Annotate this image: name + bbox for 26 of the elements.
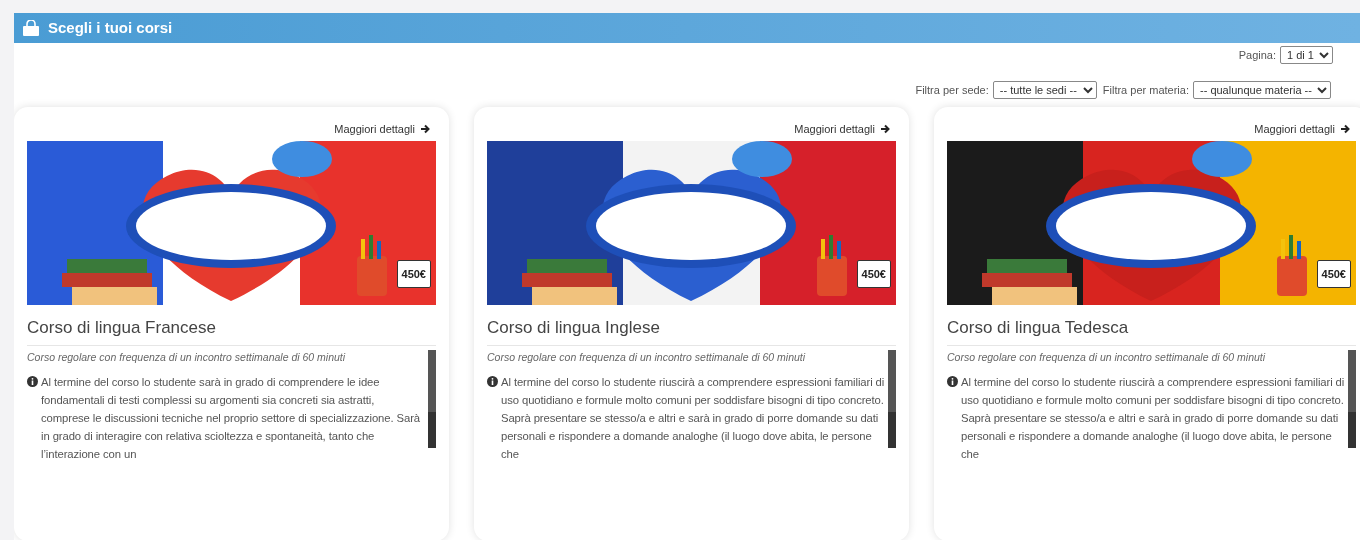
course-description: Al termine del corso lo studente sarà in grado di comprendere le idee fondamentali di testi complessi su argomenti sia concreti sia astratti, comprese le discussioni tecniche nel proprio settore di specializzazione. Sarà in grado di interagire con relativa scioltezza e spontaneità, tanto che l’interazione con un — [41, 374, 421, 462]
info-icon — [27, 375, 38, 387]
arrow-right-icon — [880, 124, 890, 135]
course-title: Corso di lingua Tedesca — [947, 314, 1356, 346]
filter-label: Filtra per materia: — [1102, 82, 1189, 98]
page-title: Scegli i tuoi corsi — [48, 17, 173, 38]
filter-label: Filtra per sede: — [915, 82, 989, 98]
filter-select[interactable]: -- qualunque materia -- — [1193, 81, 1331, 99]
pagination-label: Pagina: — [1238, 47, 1276, 63]
course-title: Corso di lingua Francese — [27, 314, 436, 346]
details-link[interactable]: Maggiori dettagli — [794, 121, 890, 138]
arrow-right-icon — [1340, 124, 1350, 135]
course-description: Al termine del corso lo studente riuscirà a comprendere espressioni familiari di uso quotidiano e formule molto comuni per soddisfare bisogni di tipo concreto. Saprà presentare se stesso/a e altri e sarà in grado di porre domande su dati personali e rispondere a domande analoghe (il luogo dove abita, le persone che — [961, 374, 1346, 462]
course-subtitle: Corso regolare con frequenza di un incontro settimanale di 60 minuti — [27, 350, 347, 365]
course-description: Al termine del corso lo studente riuscirà a comprendere espressioni familiari di uso quotidiano e formule molto comuni per soddisfare bisogni di tipo concreto. Saprà presentare se stesso/a e altri e sarà in grado di porre domande su dati personali e rispondere a domande analoghe (il luogo dove abita, le persone che — [501, 374, 886, 462]
arrow-right-icon — [420, 124, 430, 135]
details-link[interactable]: Maggiori dettagli — [1254, 121, 1350, 138]
details-link[interactable]: Maggiori dettagli — [334, 121, 430, 138]
course-title: Corso di lingua Inglese — [487, 314, 896, 346]
course-subtitle: Corso regolare con frequenza di un incontro settimanale di 60 minuti — [947, 350, 1267, 365]
filter-select[interactable]: -- tutte le sedi -- — [992, 81, 1097, 99]
page-select[interactable]: 1 di 1 — [1280, 46, 1333, 64]
course-subtitle: Corso regolare con frequenza di un incontro settimanale di 60 minuti — [487, 350, 807, 365]
shopping-bag-icon — [22, 20, 40, 36]
info-icon — [487, 375, 498, 387]
info-icon — [947, 375, 958, 387]
